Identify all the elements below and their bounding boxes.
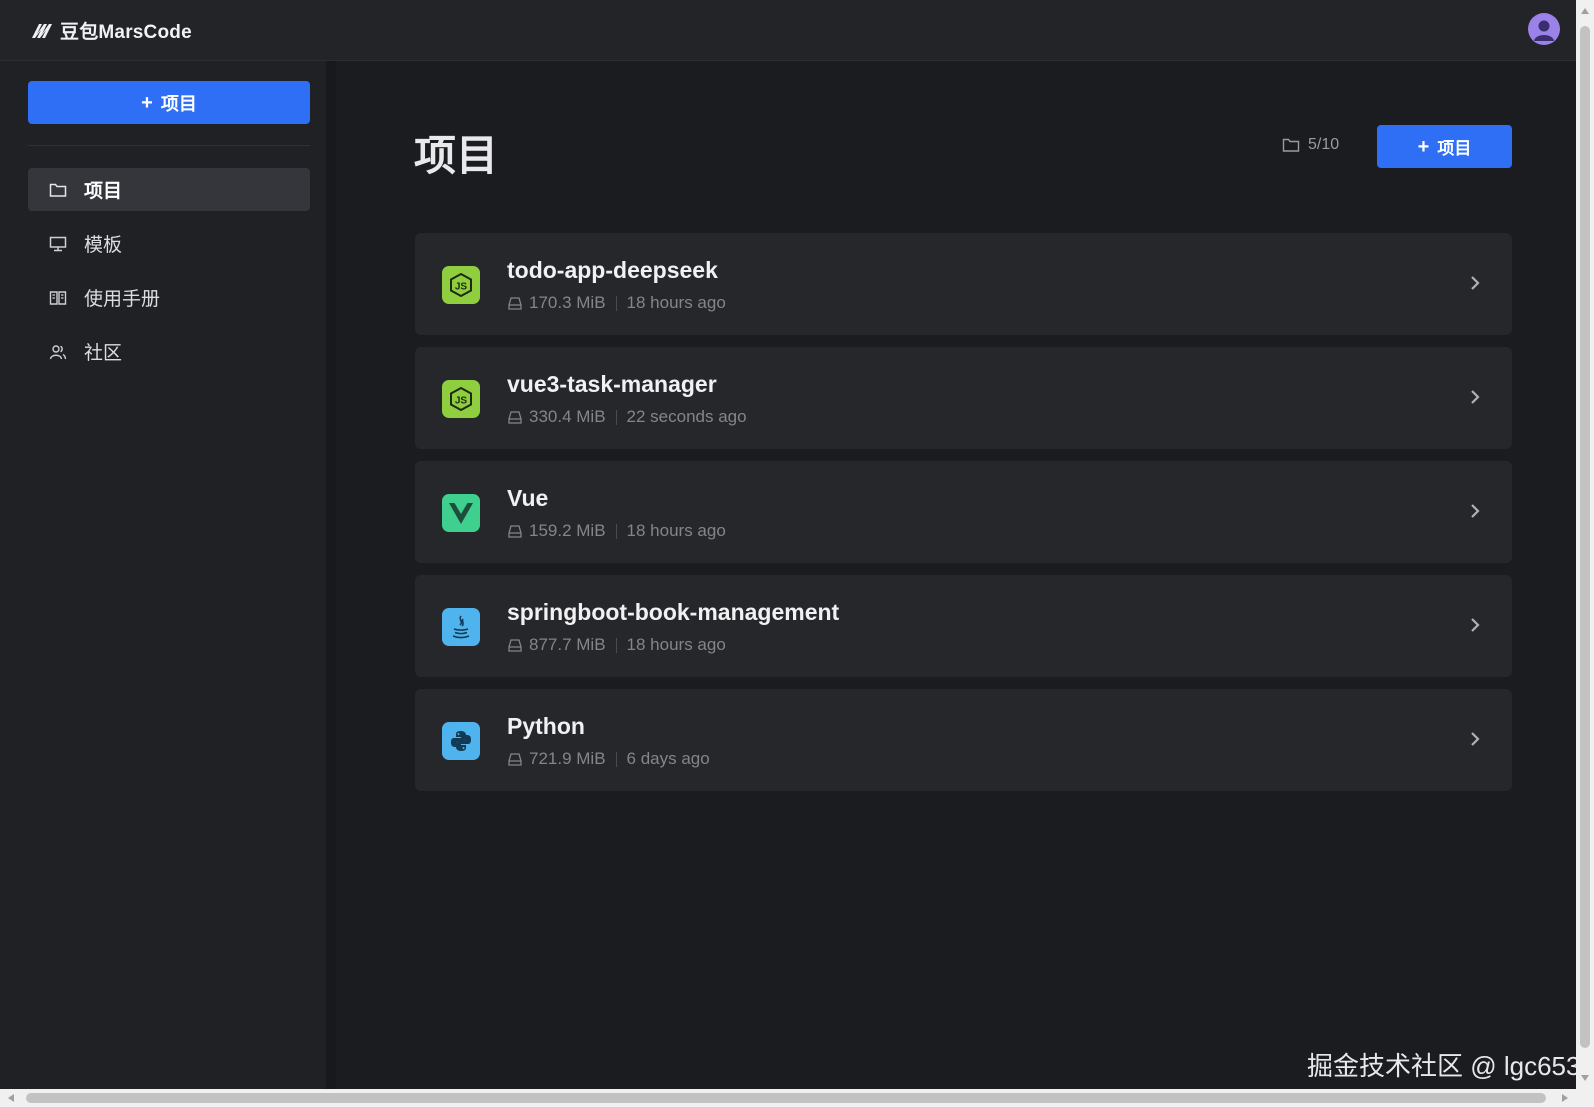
monitor-icon [48, 234, 68, 254]
svg-text:JS: JS [455, 282, 468, 293]
sidebar-item-label: 项目 [84, 181, 123, 202]
disk-icon [508, 297, 522, 310]
project-size: 159.2 MiB [529, 521, 606, 540]
horizontal-scroll-thumb[interactable] [26, 1093, 1546, 1103]
project-name: Vue [507, 485, 549, 511]
sidebar-separator [28, 145, 310, 146]
chevron-right-icon [1471, 732, 1480, 746]
java-icon [442, 608, 480, 646]
user-icon [1534, 20, 1554, 41]
chevron-right-icon [1471, 276, 1480, 290]
project-time: 18 hours ago [626, 293, 726, 312]
quota-count: 5/10 [1308, 136, 1340, 153]
sidebar-item-label: 社区 [84, 343, 123, 364]
python-icon [442, 722, 480, 760]
vertical-scroll-thumb[interactable] [1580, 26, 1590, 1048]
project-card[interactable]: springboot-book-management 877.7 MiB 18 … [415, 575, 1512, 677]
project-card[interactable]: JS vue3-task-manager 330.4 MiB 22 second… [415, 347, 1512, 449]
disk-icon [508, 411, 522, 424]
project-card[interactable]: Python 721.9 MiB 6 days ago [415, 689, 1512, 791]
nodejs-icon: JS [442, 380, 480, 418]
meta-separator [615, 751, 617, 767]
project-meta: 330.4 MiB 22 seconds ago [507, 407, 747, 427]
sidebar-new-project-button[interactable]: + 项目 [28, 81, 310, 124]
project-size: 721.9 MiB [529, 749, 606, 768]
plus-icon: + [141, 91, 153, 114]
project-time: 18 hours ago [626, 635, 726, 654]
sidebar [0, 61, 326, 1089]
users-icon [48, 342, 68, 362]
project-meta: 877.7 MiB 18 hours ago [507, 635, 726, 655]
new-project-button[interactable]: + 项目 [1377, 125, 1512, 168]
sidebar-item-manual[interactable]: 使用手册 [28, 276, 310, 319]
chevron-right-icon [1471, 390, 1480, 404]
project-size: 877.7 MiB [529, 635, 606, 654]
disk-icon [508, 525, 522, 538]
folder-icon [1282, 138, 1300, 152]
user-avatar[interactable] [1528, 13, 1560, 45]
project-size: 170.3 MiB [529, 293, 606, 312]
project-time: 6 days ago [626, 749, 710, 768]
meta-separator [615, 295, 617, 311]
project-card[interactable]: JS todo-app-deepseek 170.3 MiB 18 hours … [415, 233, 1512, 335]
sidebar-item-projects[interactable]: 项目 [28, 168, 310, 211]
marscode-logo-icon [32, 24, 52, 38]
new-project-label: 项目 [1437, 139, 1472, 158]
horizontal-scrollbar[interactable] [0, 1089, 1594, 1107]
svg-text:JS: JS [455, 396, 468, 407]
scroll-down-icon[interactable] [1581, 1075, 1589, 1081]
sidebar-item-community[interactable]: 社区 [28, 330, 310, 373]
sidebar-item-templates[interactable]: 模板 [28, 222, 310, 265]
watermark: 掘金技术社区 @ lgc653 [1307, 1051, 1581, 1081]
meta-separator [615, 523, 617, 539]
project-meta: 159.2 MiB 18 hours ago [507, 521, 726, 541]
page-title: 项目 [414, 132, 499, 179]
sidebar-new-project-label: 项目 [160, 93, 197, 114]
top-bar: 豆包MarsCode [0, 0, 1576, 61]
chevron-right-icon [1471, 504, 1480, 518]
meta-separator [615, 409, 617, 425]
project-name: todo-app-deepseek [507, 257, 718, 283]
project-size: 330.4 MiB [529, 407, 606, 426]
scroll-up-icon[interactable] [1581, 8, 1589, 14]
project-time: 18 hours ago [626, 521, 726, 540]
meta-separator [615, 637, 617, 653]
disk-icon [508, 639, 522, 652]
project-name: springboot-book-management [507, 599, 840, 625]
sidebar-divider [326, 61, 336, 1089]
sidebar-item-label: 模板 [84, 235, 123, 256]
project-name: vue3-task-manager [507, 371, 717, 397]
vertical-scrollbar[interactable] [1576, 0, 1594, 1089]
marscode-logo[interactable]: 豆包MarsCode [30, 18, 192, 43]
book-icon [48, 288, 68, 308]
vue-icon [442, 494, 480, 532]
sidebar-item-label: 使用手册 [84, 289, 161, 310]
project-meta: 170.3 MiB 18 hours ago [507, 293, 726, 313]
project-meta: 721.9 MiB 6 days ago [507, 749, 710, 769]
logo-text: 豆包MarsCode [60, 21, 192, 43]
plus-icon: + [1417, 135, 1430, 158]
nodejs-icon: JS [442, 266, 480, 304]
project-name: Python [507, 713, 585, 739]
disk-icon [508, 753, 522, 766]
project-card[interactable]: Vue 159.2 MiB 18 hours ago [415, 461, 1512, 563]
chevron-right-icon [1471, 618, 1480, 632]
scroll-left-icon[interactable] [8, 1094, 14, 1102]
project-time: 22 seconds ago [626, 407, 747, 426]
folder-icon [48, 180, 68, 200]
scroll-right-icon[interactable] [1562, 1094, 1568, 1102]
project-quota: 5/10 [1282, 136, 1339, 154]
